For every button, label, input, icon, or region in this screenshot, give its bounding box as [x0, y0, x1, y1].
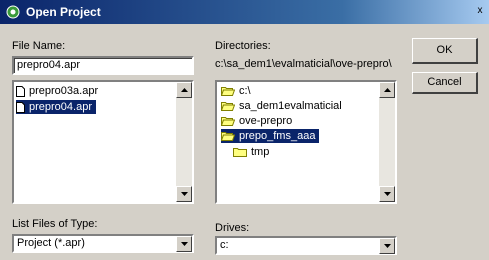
directory-item-label: tmp: [251, 146, 270, 158]
directory-item-label: prepo_fms_aaa: [239, 130, 316, 142]
file-name-field[interactable]: [12, 56, 194, 75]
directory-item[interactable]: tmp: [233, 145, 273, 159]
arrow-down-icon: [384, 192, 391, 196]
scroll-up-button[interactable]: [379, 82, 395, 98]
file-item-label: prepro03a.apr: [29, 85, 99, 97]
drives-select[interactable]: c:: [215, 236, 397, 255]
drives-label: Drives:: [215, 222, 250, 234]
open-folder-icon: [221, 117, 235, 127]
arrow-up-icon: [384, 88, 391, 92]
arrow-up-icon: [181, 88, 188, 92]
file-type-dropdown-button[interactable]: [176, 236, 192, 252]
directory-item-selected[interactable]: prepo_fms_aaa: [221, 129, 320, 143]
directories-label: Directories:: [215, 40, 271, 52]
file-item[interactable]: prepro03a.apr: [16, 84, 102, 98]
directory-item-label: ove-prepro: [239, 115, 293, 127]
cancel-button[interactable]: Cancel: [412, 72, 478, 94]
open-folder-icon: [221, 132, 235, 142]
file-list[interactable]: prepro03a.apr prepro04.apr: [12, 80, 194, 204]
file-list-scrollbar[interactable]: [176, 82, 192, 202]
window-title: Open Project: [26, 5, 101, 19]
arrow-down-icon: [181, 192, 188, 196]
file-type-select[interactable]: Project (*.apr): [12, 234, 194, 253]
file-type-value: Project (*.apr): [17, 237, 85, 249]
drives-value: c:: [220, 239, 229, 251]
file-name-label: File Name:: [12, 40, 66, 52]
current-path: c:\sa_dem1\evalmaticial\ove-prepro\: [215, 58, 392, 70]
open-folder-icon: [221, 87, 235, 97]
directory-list[interactable]: c:\ sa_dem1evalmaticial ove-prepro prepo…: [215, 80, 397, 204]
chevron-down-icon: [181, 242, 188, 246]
close-icon[interactable]: x: [473, 4, 487, 18]
open-folder-icon: [221, 102, 235, 112]
title-bar[interactable]: Open Project x: [0, 0, 489, 24]
directory-item[interactable]: c:\: [221, 84, 255, 98]
drives-dropdown-button[interactable]: [379, 238, 395, 254]
scroll-down-button[interactable]: [176, 186, 192, 202]
document-icon: [16, 85, 25, 97]
scroll-up-button[interactable]: [176, 82, 192, 98]
directory-item[interactable]: ove-prepro: [221, 114, 296, 128]
file-type-label: List Files of Type:: [12, 218, 98, 230]
scroll-down-button[interactable]: [379, 186, 395, 202]
folder-icon: [233, 148, 247, 158]
open-project-dialog: Open Project x File Name: prepro03a.apr …: [0, 0, 489, 260]
file-item-label: prepro04.apr: [29, 101, 92, 113]
project-icon: [6, 5, 20, 19]
document-icon: [16, 101, 25, 113]
directory-item-label: c:\: [239, 85, 251, 97]
directory-item[interactable]: sa_dem1evalmaticial: [221, 99, 346, 113]
chevron-down-icon: [384, 244, 391, 248]
ok-button[interactable]: OK: [412, 38, 478, 64]
directory-list-scrollbar[interactable]: [379, 82, 395, 202]
directory-item-label: sa_dem1evalmaticial: [239, 100, 342, 112]
file-item-selected[interactable]: prepro04.apr: [16, 100, 96, 114]
file-name-input[interactable]: [14, 58, 192, 72]
